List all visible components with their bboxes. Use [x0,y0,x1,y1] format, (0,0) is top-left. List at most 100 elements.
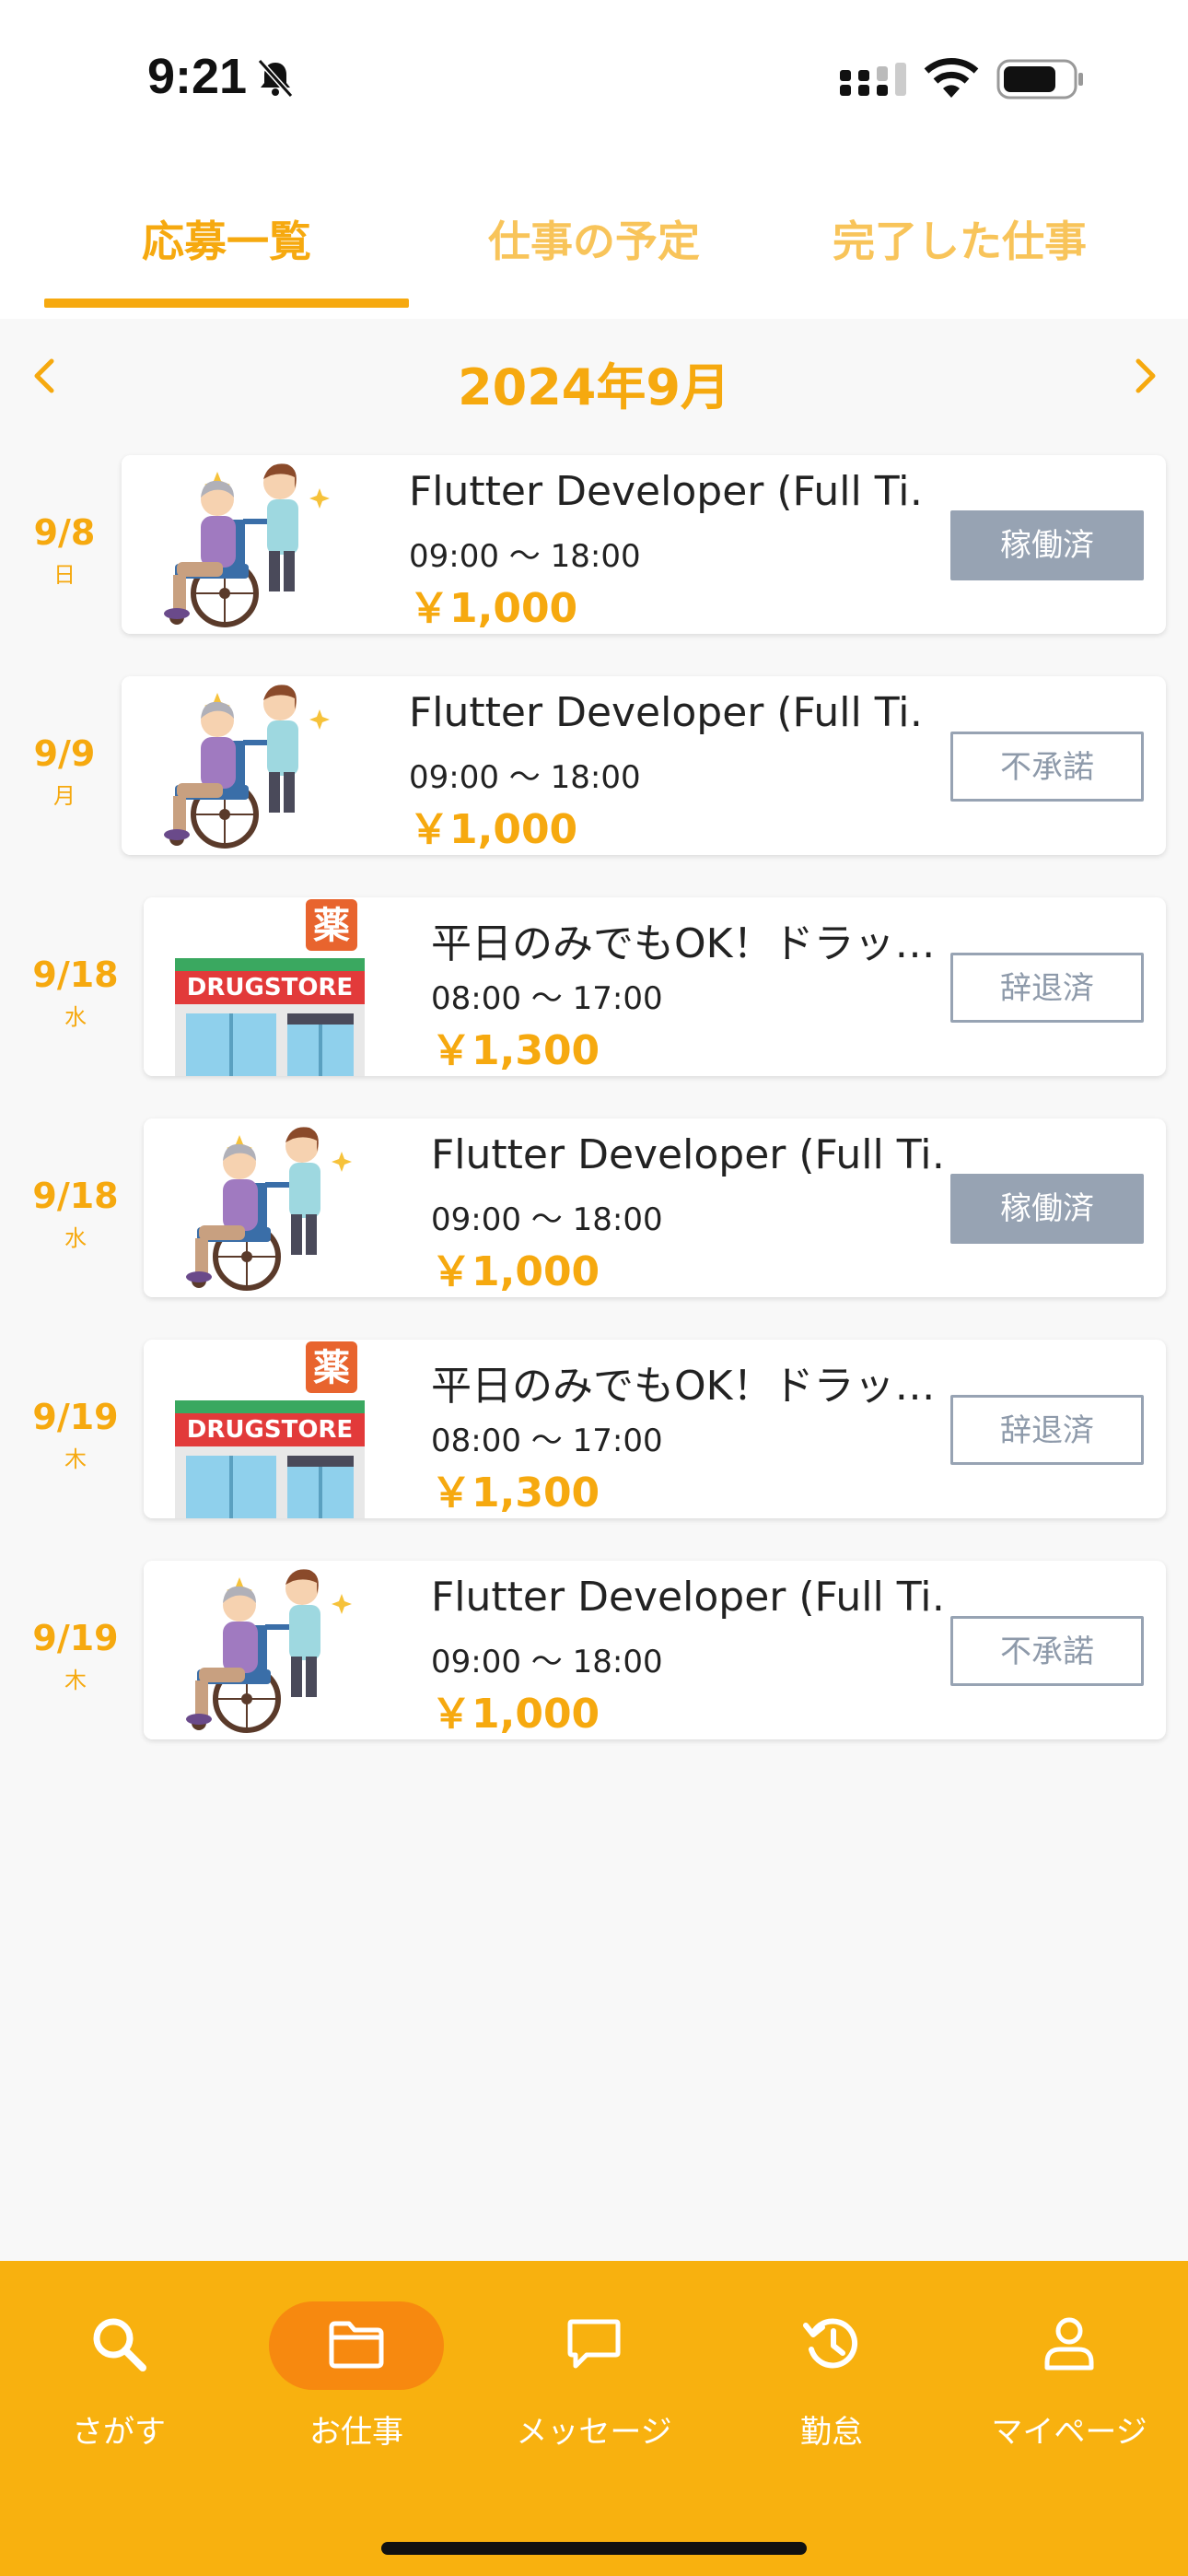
job-weekday-label: 木 [64,1446,87,1472]
history-icon [803,2318,858,2369]
month-navigation: 2024年9月 [0,319,1188,439]
job-date-label: 9/18 [32,954,119,995]
job-date-label: 9/8 [33,512,96,553]
folder-icon [329,2321,384,2369]
job-date-label: 9/19 [32,1618,119,1658]
job-card[interactable]: 薬 DRUGSTORE 平日のみでもOK！ドラッ… 08:00 〜 17:00 … [144,897,1166,1076]
nav-label-search: さがす [72,2414,166,2451]
job-list-item: 9/18 水 Flutter Developer (Full Ti… 09:00… [0,1118,1188,1297]
job-card[interactable]: Flutter Developer (Full Ti… 09:00 〜 18:0… [144,1561,1166,1739]
chevron-right-icon[interactable] [1129,356,1162,396]
svg-text:DRUGSTORE: DRUGSTORE [187,1416,353,1444]
job-card[interactable]: 薬 DRUGSTORE 平日のみでもOK！ドラッ… 08:00 〜 17:00 … [144,1340,1166,1518]
job-list-item: 9/19 木 薬 DRUGSTORE 平日のみでもOK！ドラッ… 08:00 〜… [0,1340,1188,1518]
job-thumbnail [122,455,379,634]
job-list-item: 9/19 木 Flutter Developer (Full Ti… 09:00… [0,1561,1188,1739]
job-list-item: 9/8 日 Flutter Developer (Full Ti… 09:00 … [0,455,1188,634]
job-date-label: 9/19 [32,1397,119,1437]
drugstore-illustration: 薬 DRUGSTORE [144,897,402,1076]
drugstore-illustration: 薬 DRUGSTORE [144,1340,402,1518]
job-title: 平日のみでもOK！ドラッ… [431,1363,936,1410]
job-list-item: 9/9 月 Flutter Developer (Full Ti… 09:00 … [0,676,1188,855]
job-status-badge: 稼働済 [950,510,1144,580]
job-title: Flutter Developer (Full Ti… [409,689,925,736]
job-weekday-label: 木 [64,1668,87,1693]
nav-label-attendance: 勤怠 [800,2414,863,2451]
job-date: 9/19 木 [20,1618,131,1694]
job-pay: ￥1,300 [431,1469,600,1516]
nav-item-search[interactable]: さがす [13,2300,225,2456]
job-status-badge: 稼働済 [950,1174,1144,1244]
job-weekday-label: 月 [53,783,76,809]
cellular-signal-icon [840,63,906,96]
job-status-badge: 不承諾 [950,732,1144,802]
home-indicator [381,2542,807,2555]
job-thumbnail [144,1561,402,1739]
job-weekday-label: 日 [53,562,76,588]
caregiver-illustration [122,455,379,634]
job-card[interactable]: Flutter Developer (Full Ti… 09:00 〜 18:0… [122,455,1166,634]
job-time: 09:00 〜 18:00 [409,759,641,796]
job-weekday-label: 水 [64,1225,87,1251]
tab-scheduled-jobs[interactable]: 仕事の予定 [410,208,778,269]
job-date: 9/19 木 [20,1397,131,1473]
nav-label-mypage: マイページ [991,2414,1147,2451]
person-icon [1044,2317,1094,2371]
job-date: 9/9 月 [9,733,120,810]
job-time: 08:00 〜 17:00 [431,1423,663,1459]
job-pay: ￥1,300 [431,1027,600,1074]
job-date-label: 9/9 [33,733,96,774]
svg-text:DRUGSTORE: DRUGSTORE [187,974,353,1001]
tab-applications[interactable]: 応募一覧 [42,208,411,269]
nav-label-jobs: お仕事 [309,2414,403,2451]
nav-item-messages[interactable]: メッセージ [488,2300,700,2456]
job-title: Flutter Developer (Full Ti… [409,468,925,515]
tab-bar: 応募一覧 仕事の予定 完了した仕事 [0,166,1188,319]
job-status-badge: 辞退済 [950,953,1144,1023]
caregiver-illustration [122,676,379,855]
job-time: 08:00 〜 17:00 [431,980,663,1017]
job-weekday-label: 水 [64,1004,87,1030]
job-time: 09:00 〜 18:00 [409,538,641,575]
svg-text:薬: 薬 [313,1347,350,1389]
job-time: 09:00 〜 18:00 [431,1201,663,1238]
job-date: 9/8 日 [9,512,120,589]
job-thumbnail [144,1118,402,1297]
job-pay: ￥1,000 [409,585,578,632]
job-status-badge: 辞退済 [950,1395,1144,1465]
caregiver-illustration [144,1118,402,1297]
job-thumbnail [122,676,379,855]
job-time: 09:00 〜 18:00 [431,1644,663,1680]
battery-icon [996,59,1083,100]
job-pay: ￥1,000 [431,1691,600,1738]
job-date-label: 9/18 [32,1176,119,1216]
job-date: 9/18 水 [20,1176,131,1252]
active-tab-indicator [44,299,409,308]
message-icon [567,2319,621,2369]
job-status-badge: 不承諾 [950,1616,1144,1686]
nav-item-mypage[interactable]: マイページ [963,2300,1175,2456]
svg-text:薬: 薬 [313,905,350,947]
caregiver-illustration [144,1561,402,1739]
job-pay: ￥1,000 [409,806,578,853]
job-title: 平日のみでもOK！ドラッ… [431,920,936,967]
job-title: Flutter Developer (Full Ti… [431,1574,947,1621]
job-card[interactable]: Flutter Developer (Full Ti… 09:00 〜 18:0… [122,676,1166,855]
job-thumbnail: 薬 DRUGSTORE [144,897,402,1076]
month-label: 2024年9月 [458,358,730,416]
job-thumbnail: 薬 DRUGSTORE [144,1340,402,1518]
job-pay: ￥1,000 [431,1248,600,1295]
job-list-item: 9/18 水 薬 DRUGSTORE 平日のみでもOK！ドラッ… 08:00 〜… [0,897,1188,1076]
job-card[interactable]: Flutter Developer (Full Ti… 09:00 〜 18:0… [144,1118,1166,1297]
wifi-icon [924,58,979,98]
nav-item-attendance[interactable]: 勤怠 [726,2300,938,2456]
job-date: 9/18 水 [20,954,131,1031]
bell-muted-icon [257,58,294,99]
status-bar: 9:21 [0,0,1188,166]
nav-item-jobs[interactable]: お仕事 [250,2300,462,2456]
bottom-navigation: さがす お仕事 メッセージ 勤怠 マイページ [0,2261,1188,2576]
tab-completed-jobs[interactable]: 完了した仕事 [775,208,1144,269]
nav-label-messages: メッセージ [516,2414,672,2451]
job-title: Flutter Developer (Full Ti… [431,1131,947,1178]
search-icon [93,2318,146,2371]
